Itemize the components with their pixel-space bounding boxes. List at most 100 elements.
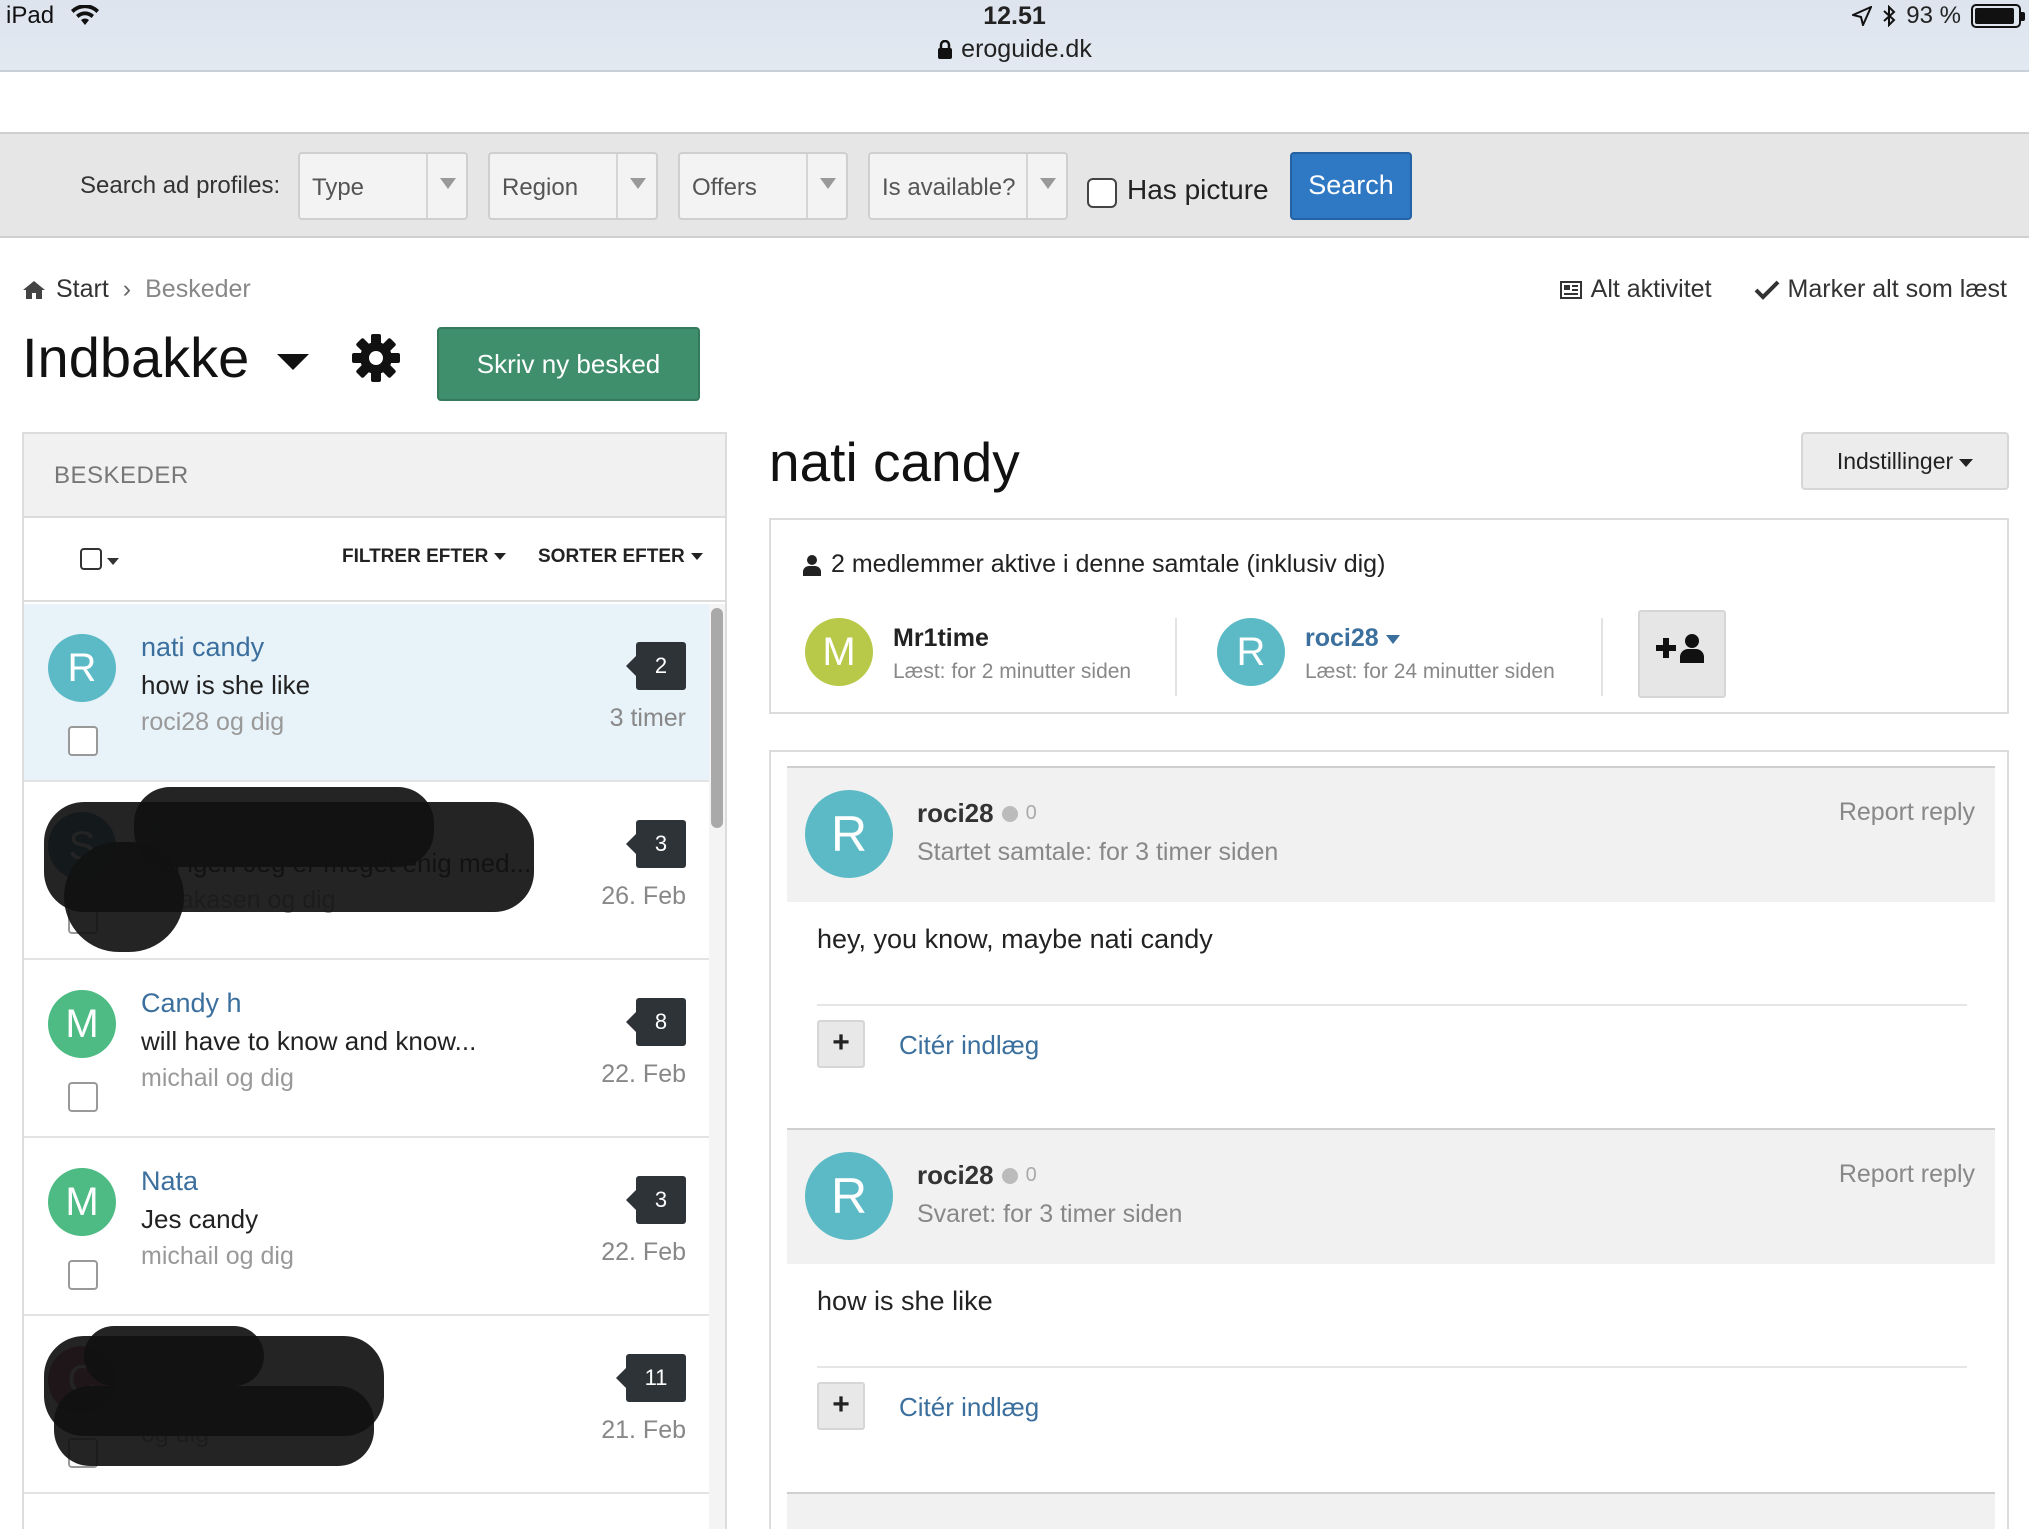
inbox-title-row: Indbakke [22,325,401,390]
conversation-list-item[interactable]: Cnokog dig1121. Feb [24,1316,710,1494]
mark-all-read-link[interactable]: Marker alt som læst [1754,275,2007,304]
ad-search-bar: Search ad profiles: Type Region Offers I… [0,132,2029,238]
write-new-message-button[interactable]: Skriv ny besked [437,327,700,401]
avatar[interactable]: R [1217,618,1285,686]
status-right: 93 % [1852,2,2025,30]
all-activity-link[interactable]: Alt aktivitet [1559,275,1712,304]
row-checkbox[interactable] [68,726,98,756]
conversation-time: 21. Feb [601,1416,686,1444]
scrollbar[interactable] [709,604,725,1529]
conversation-snippet: how is she like [141,670,311,700]
conversation-members: michail og dig [141,1242,294,1270]
user-icon [803,554,821,576]
breadcrumb-start[interactable]: Start [56,275,109,304]
settings-dropdown-button[interactable]: Indstillinger [1801,432,2009,490]
member-name[interactable]: Mr1time [893,624,989,653]
avatar[interactable]: M [805,618,873,686]
newspaper-icon [1559,280,1582,299]
conversation-list-item[interactable]: Sanmeldelse af RoxanaHej igen Jeg er meg… [24,782,710,960]
mark-all-read-label: Marker alt som læst [1787,275,2007,303]
reply-count-badge: 8 [626,998,686,1046]
conversation-name[interactable]: Candy h [141,988,242,1019]
post-header: R roci28 0 Svaret: for 3 timer siden Rep… [787,1128,1995,1264]
members-box: 2 medlemmer aktive i denne samtale (inkl… [769,518,2009,714]
gear-icon[interactable] [351,333,401,383]
author-name[interactable]: roci28 [917,1160,994,1191]
divider [817,1366,1967,1368]
quote-post-link[interactable]: Citér indlæg [899,1392,1039,1423]
region-select-value: Region [502,174,579,201]
has-picture-label[interactable]: Has picture [1127,174,1269,206]
offers-select[interactable]: Offers [678,152,848,220]
status-center: 12.51 eroguide.dk [0,0,2029,65]
chevron-down-icon [616,154,656,218]
message-list-header: BESKEDER [24,434,725,518]
chevron-down-icon [426,154,466,218]
divider [1601,618,1603,696]
row-checkbox[interactable] [68,1082,98,1112]
conversation-list-item[interactable]: M Candy h will have to know and know... mic… [24,960,710,1138]
reputation-count: 0 [1025,802,1037,824]
region-select[interactable]: Region [488,152,658,220]
filter-dropdown[interactable]: FILTRER EFTER [342,546,506,568]
conversation-name[interactable]: nati candy [141,632,264,663]
home-icon [23,280,45,299]
search-label: Search ad profiles: [80,172,281,199]
report-reply-link[interactable]: Report reply [1839,798,1975,827]
add-member-button[interactable] [1638,610,1726,698]
search-button[interactable]: Search [1290,152,1412,220]
reply-count-badge: 3 [626,1176,686,1224]
reputation-count: 0 [1025,1164,1037,1186]
avatar: M [48,990,116,1058]
quote-post-link[interactable]: Citér indlæg [899,1030,1039,1061]
sort-dropdown[interactable]: SORTER EFTER [538,546,703,568]
availability-select[interactable]: Is available? [868,152,1068,220]
plus-button[interactable]: + [817,1382,865,1430]
post-author: roci28 0 [917,1160,1037,1191]
has-picture-checkbox[interactable] [1087,178,1117,208]
avatar[interactable]: R [805,1152,893,1240]
page-title[interactable]: Indbakke [22,325,249,390]
message-thread: R roci28 0 Startet samtale: for 3 timer … [769,750,2009,1529]
conversation-title: nati candy [769,431,1020,493]
avatar[interactable]: R [805,790,893,878]
type-select[interactable]: Type [298,152,468,220]
lock-icon [938,39,953,59]
message-list-toolbar: FILTRER EFTER SORTER EFTER [24,518,725,602]
post-header: R roci28 0 Startet samtale: for 3 timer … [787,766,1995,902]
author-name[interactable]: roci28 [917,798,994,829]
row-checkbox[interactable] [68,1260,98,1290]
scrollbar-thumb[interactable] [711,608,723,828]
clock: 12.51 [983,2,1046,30]
post-body: how is she like [817,1286,993,1316]
post-author: roci28 0 [917,798,1037,829]
reply-count-badge: 11 [616,1354,686,1402]
conversation-snippet: will have to know and know... [141,1026,477,1056]
redaction-scribble [134,787,434,867]
conversation-time: 3 timer [609,704,686,732]
conversation-members: michail og dig [141,1064,294,1092]
address-bar[interactable]: eroguide.dk [937,35,1092,64]
availability-select-value: Is available? [882,174,1016,201]
breadcrumb: Start › Beskeder [22,275,251,304]
caret-down-icon[interactable] [1385,634,1400,644]
caret-down-icon[interactable] [277,353,310,370]
redaction-scribble [84,1326,264,1386]
reply-count-badge: 2 [626,642,686,690]
type-select-value: Type [312,174,365,201]
conversation-list-item[interactable]: M Nata Jes candy michail og dig 3 22. Feb [24,1138,710,1316]
divider [817,1004,1967,1006]
member-name[interactable]: roci28 [1305,624,1400,653]
select-all-checkbox[interactable] [80,548,102,570]
bluetooth-icon [1883,5,1896,27]
redaction-scribble [54,1386,374,1466]
conversation-list-item[interactable]: Rnati candy how is she like roci28 og dig 2… [24,604,710,782]
report-reply-link[interactable]: Report reply [1839,1160,1975,1189]
message-list-panel: BESKEDER FILTRER EFTER SORTER EFTER Rnat… [22,432,727,1529]
plus-button[interactable]: + [817,1020,865,1068]
caret-down-icon[interactable] [107,558,119,565]
post-header [787,1492,1995,1529]
member-read-status: Læst: for 24 minutter siden [1305,660,1555,683]
user-plus-icon [1656,634,1704,663]
conversation-name[interactable]: Nata [141,1166,198,1197]
